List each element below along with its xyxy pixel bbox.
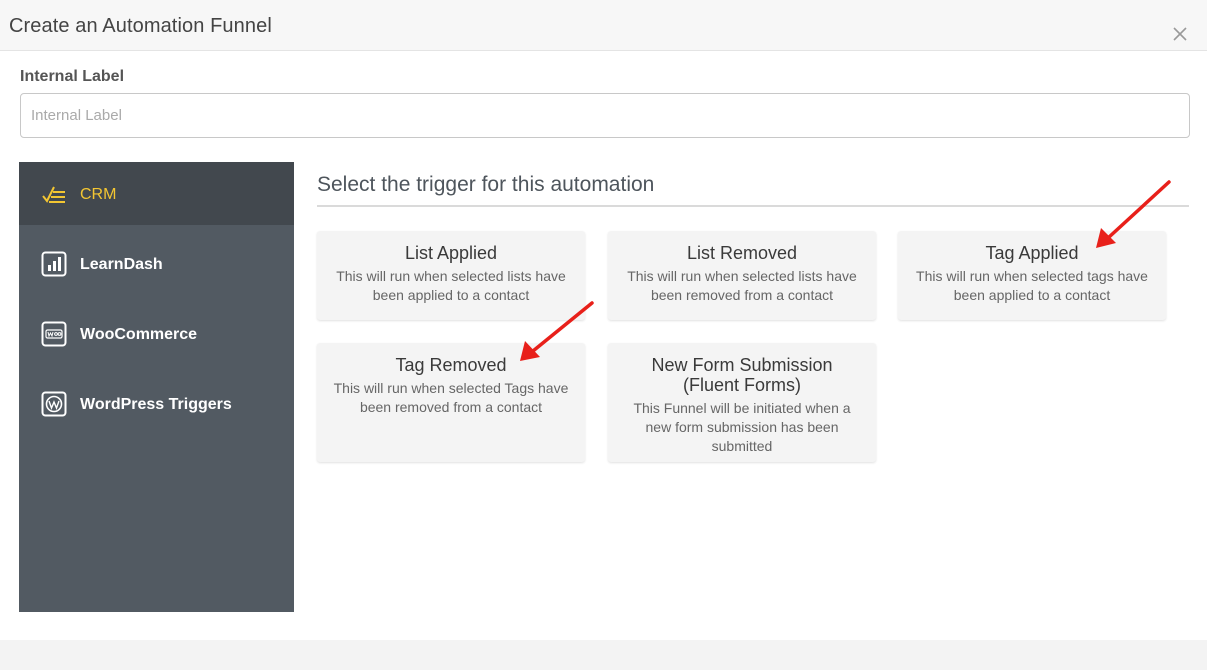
sidebar-item-crm[interactable]: CRM bbox=[19, 162, 294, 225]
trigger-card-tag-applied[interactable]: Tag Applied This will run when selected … bbox=[898, 231, 1166, 320]
trigger-card-title: Tag Applied bbox=[985, 243, 1079, 263]
sidebar-item-wordpress-triggers[interactable]: WordPress Triggers bbox=[19, 372, 294, 435]
crm-icon bbox=[42, 186, 65, 203]
trigger-card-list-applied[interactable]: List Applied This will run when selected… bbox=[317, 231, 585, 320]
close-icon[interactable] bbox=[1170, 24, 1190, 44]
chart-icon bbox=[41, 251, 67, 277]
heading-divider bbox=[317, 205, 1189, 207]
trigger-card-description: This will run when selected tags have be… bbox=[916, 268, 1148, 303]
sidebar-item-label: WordPress Triggers bbox=[80, 396, 232, 413]
trigger-section-heading: Select the trigger for this automation bbox=[317, 173, 655, 196]
sidebar-item-label: CRM bbox=[80, 186, 117, 203]
wordpress-icon bbox=[41, 391, 67, 417]
trigger-card-tag-removed[interactable]: Tag Removed This will run when selected … bbox=[317, 343, 585, 462]
sidebar-item-woocommerce[interactable]: WooCommerce bbox=[19, 302, 294, 365]
trigger-card-description: This will run when selected lists have b… bbox=[627, 268, 857, 303]
trigger-card-title: List Removed bbox=[686, 243, 798, 263]
trigger-card-list-removed[interactable]: List Removed This will run when selected… bbox=[608, 231, 876, 320]
internal-label-heading: Internal Label bbox=[20, 68, 125, 85]
trigger-category-sidebar: CRM LearnDash WooCommerce WordPress Trig… bbox=[19, 162, 294, 612]
automation-funnel-modal: Create an Automation Funnel Internal Lab… bbox=[0, 0, 1207, 640]
woo-icon bbox=[41, 321, 67, 347]
trigger-card-title: List Applied bbox=[404, 243, 498, 263]
sidebar-item-label: LearnDash bbox=[80, 256, 163, 273]
sidebar-item-label: WooCommerce bbox=[80, 326, 198, 343]
trigger-card-description: This will run when selected lists have b… bbox=[336, 268, 566, 303]
trigger-card-description: This Funnel will be initiated when a new… bbox=[633, 400, 851, 454]
sidebar-item-learndash[interactable]: LearnDash bbox=[19, 232, 294, 295]
trigger-card-title: Tag Removed bbox=[395, 355, 507, 375]
trigger-card-new-form-submission[interactable]: New Form Submission (Fluent Forms) This … bbox=[608, 343, 876, 462]
trigger-card-description: This will run when selected Tags have be… bbox=[333, 380, 569, 415]
trigger-card-title: New Form Submission (Fluent Forms) bbox=[651, 355, 833, 395]
modal-title: Create an Automation Funnel bbox=[9, 15, 272, 37]
internal-label-input[interactable] bbox=[20, 93, 1190, 138]
modal-header: Create an Automation Funnel bbox=[0, 0, 1207, 51]
